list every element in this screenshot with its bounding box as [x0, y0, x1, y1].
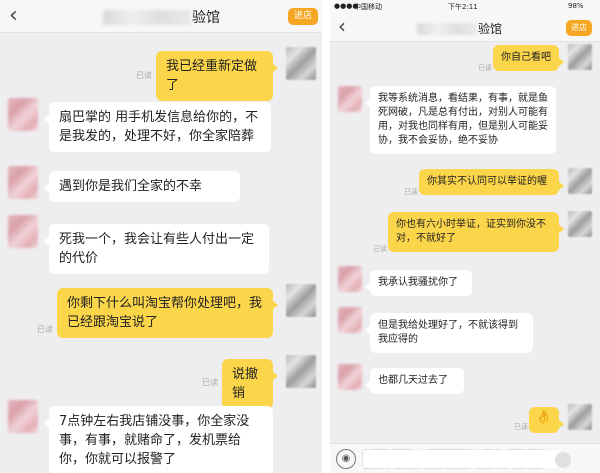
- message-bubble-incoming: 我承认我骚扰你了: [365, 270, 472, 296]
- avatar: [568, 211, 592, 237]
- shop-name-blur: [103, 10, 191, 25]
- avatar: [568, 44, 592, 70]
- avatar: [8, 215, 38, 248]
- battery-percent: 98%: [568, 2, 584, 10]
- chat-header: ‹ 验馆 进店: [330, 14, 600, 42]
- right-chat-screenshot: ●●●● 中国移动 下午2:11 98% ‹ 验馆 进店 你自己看吧 已读 我等…: [330, 0, 600, 473]
- avatar: [338, 307, 362, 333]
- watermark-logo: [555, 452, 571, 468]
- message-bubble-incoming: 但是我给处理好了，不就该得到我应得的: [365, 313, 533, 353]
- avatar: [8, 400, 38, 433]
- read-receipt: 已读: [373, 245, 387, 253]
- avatar: [338, 266, 362, 292]
- message-bubble-incoming: 也都几天过去了: [365, 368, 464, 394]
- message-bubble-outgoing: 我已经重新定做了: [156, 51, 278, 101]
- message-bubble-outgoing: 你其实不认同可以举证的喔: [419, 169, 564, 195]
- message-bubble-incoming: 扇巴掌的 用手机发信息给你的，不是我发的，处理不好，你全家陪葬: [44, 102, 271, 152]
- avatar: [568, 404, 592, 430]
- message-bubble-incoming: 7点钟左右我店铺没事，你全家没事，有事，就赌命了，发机票给你，你就可以报警了: [44, 406, 273, 473]
- message-bubble-outgoing: 你也有六小时举证，证实到你没不对，不就好了: [388, 212, 564, 252]
- status-time: 下午2:11: [448, 3, 478, 11]
- avatar: [286, 47, 316, 80]
- chat-header: ‹ 验馆 进店: [0, 0, 322, 33]
- avatar: [8, 166, 38, 199]
- message-bubble-outgoing: 你自己看吧: [493, 45, 564, 71]
- enter-shop-button[interactable]: 进店: [288, 8, 318, 25]
- chevron-left-icon[interactable]: ‹: [338, 16, 346, 36]
- left-chat-screenshot: ‹ 验馆 进店 我已经重新定做了 已读 扇巴掌的 用手机发信息给你的，不是我发的…: [0, 0, 322, 473]
- shop-name-suffix: 验馆: [192, 10, 220, 26]
- avatar: [8, 98, 38, 131]
- avatar: [568, 168, 592, 194]
- message-bubble-incoming: 死我一个，我会让有些人付出一定的代价: [44, 224, 269, 274]
- enter-shop-button[interactable]: 进店: [566, 20, 592, 36]
- read-receipt: 已读: [478, 64, 492, 72]
- ok-hand-emoji-bubble: 👌: [529, 407, 564, 433]
- message-bubble-outgoing: 说撤销: [222, 359, 278, 409]
- panel-divider: [322, 0, 330, 473]
- shop-name-suffix: 验馆: [478, 22, 503, 36]
- avatar: [286, 284, 316, 317]
- message-bubble-outgoing: 你剩下什么叫淘宝帮你处理吧，我已经跟淘宝说了: [57, 288, 278, 338]
- read-receipt: 已读: [202, 378, 218, 387]
- read-receipt: 已读: [404, 188, 418, 196]
- voice-icon[interactable]: ◉: [336, 449, 356, 469]
- message-bubble-incoming: 我等系统消息，看结果，有事，就是鱼死网破，凡是总有付出，对别人可能有用，对我也同…: [365, 86, 556, 154]
- chevron-left-icon[interactable]: ‹: [9, 5, 18, 27]
- avatar: [338, 86, 362, 112]
- message-bubble-incoming: 遇到你是我们全家的不幸: [44, 171, 240, 202]
- read-receipt: 已读: [37, 325, 53, 334]
- avatar: [338, 364, 362, 390]
- status-bar: ●●●● 中国移动 下午2:11 98%: [330, 0, 600, 14]
- avatar: [286, 355, 316, 388]
- watermark: 头条号 / 手机中国: [355, 446, 567, 473]
- carrier-label: 中国移动: [354, 3, 382, 11]
- read-receipt: 已读: [514, 423, 528, 431]
- shop-name-blur: [417, 23, 477, 35]
- read-receipt: 已读: [136, 71, 152, 80]
